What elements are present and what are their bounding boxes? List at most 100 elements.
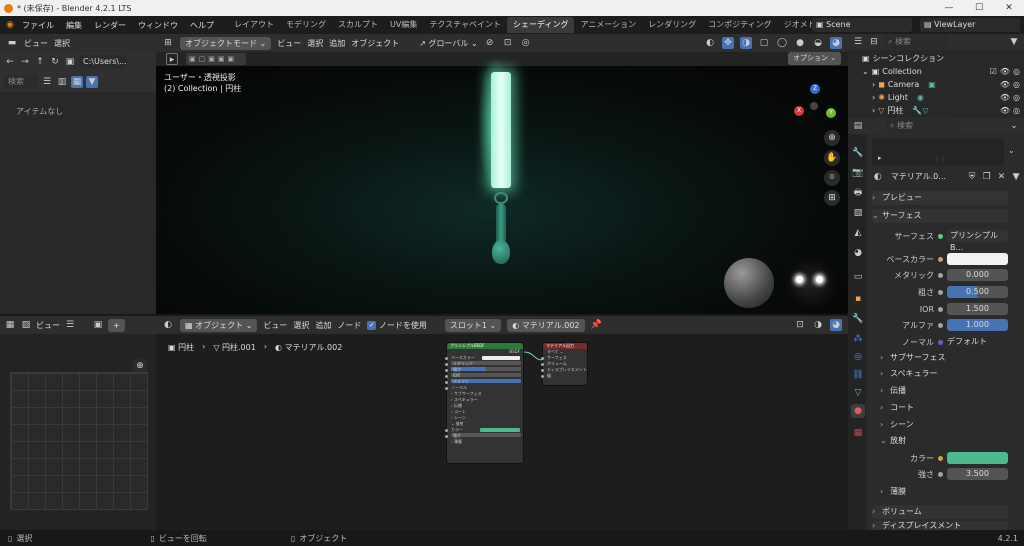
shading-material-icon[interactable]: ◒ xyxy=(812,37,824,49)
navigation-gizmo[interactable]: Z X Y xyxy=(792,84,836,128)
material-slot-list[interactable]: ▸ ⋮⋮ xyxy=(872,138,1004,166)
display-mode-icon[interactable]: ⊟ xyxy=(868,36,880,48)
snap-icon[interactable]: ⊡ xyxy=(502,37,514,49)
node-menu-node[interactable]: ノード xyxy=(337,320,361,331)
node-overlay-toggle-icon[interactable]: ◕ xyxy=(830,319,842,331)
section-thin-film[interactable]: › 薄膜 xyxy=(880,485,1016,499)
pin-icon[interactable]: 📌 xyxy=(591,319,603,331)
duplicate-icon[interactable]: ❐ xyxy=(981,171,993,183)
file-browser-menu-view[interactable]: ビュー xyxy=(24,38,48,49)
tab-modeling[interactable]: モデリング xyxy=(280,17,332,33)
image-mode-icon[interactable]: ▨ xyxy=(20,319,32,331)
snap-icon[interactable]: ⊡ xyxy=(794,319,806,331)
pan-hand-icon[interactable]: ✋ xyxy=(824,150,840,166)
eye-icon[interactable]: 👁 xyxy=(1000,91,1010,104)
section-coat[interactable]: › コート xyxy=(880,401,1016,415)
node-menu-select[interactable]: 選択 xyxy=(293,320,309,331)
world-tab-icon[interactable]: ◕ xyxy=(851,246,865,260)
camera-render-icon[interactable]: ◎ xyxy=(1013,91,1020,104)
material-slot-selector[interactable]: スロット1 ⌄ xyxy=(444,318,502,332)
emission-strength-field[interactable]: 3.500 xyxy=(947,468,1008,480)
gizmo-toggle-icon[interactable]: ✥ xyxy=(722,37,734,49)
gizmo-x-axis[interactable]: X xyxy=(794,106,804,116)
node-menu-add[interactable]: 追加 xyxy=(315,320,331,331)
zoom-icon[interactable]: ⊕ xyxy=(824,130,840,146)
view-layer-tab-icon[interactable]: ▧ xyxy=(851,206,865,220)
image-grid[interactable] xyxy=(10,372,148,510)
breadcrumb-material[interactable]: ◐ マテリアル.002 xyxy=(275,342,342,353)
object-tab-icon[interactable]: ▪ xyxy=(851,292,865,306)
shader-type-selector[interactable]: ▦ オブジェクト ⌄ xyxy=(180,318,258,332)
folder-icon[interactable]: ▬ xyxy=(6,37,18,49)
editor-type-icon[interactable]: ▤ xyxy=(852,120,864,132)
expand-arrow-icon[interactable]: › xyxy=(872,104,875,117)
material-tab-icon[interactable]: ● xyxy=(851,404,865,418)
new-folder-icon[interactable]: ▣ xyxy=(64,56,76,68)
section-specular[interactable]: › スペキュラー xyxy=(880,367,1016,381)
tab-texture-paint[interactable]: テクスチャペイント xyxy=(423,17,507,33)
emission-color-swatch[interactable] xyxy=(947,452,1008,464)
image-browse-icon[interactable]: ▣ xyxy=(92,319,104,331)
section-subsurface[interactable]: › サブサーフェス xyxy=(880,351,1016,365)
menu-icon[interactable]: ☰ xyxy=(64,319,76,331)
tab-rendering[interactable]: レンダリング xyxy=(642,17,702,33)
expand-arrow-icon[interactable]: › xyxy=(872,91,875,104)
image-editor-menu-view[interactable]: ビュー xyxy=(36,320,60,331)
thumbnails-icon[interactable]: ▦ xyxy=(71,76,83,88)
editor-type-icon[interactable]: ▦ xyxy=(4,319,16,331)
hilt-guard[interactable] xyxy=(494,192,508,204)
material-selector[interactable]: ◐ マテリアル.002 xyxy=(507,318,585,332)
output-row-thickness[interactable]: 幅 xyxy=(541,373,587,379)
normal-value[interactable]: デフォルト xyxy=(947,336,1008,348)
list-vertical-icon[interactable]: ☰ xyxy=(41,76,53,88)
new-image-button[interactable]: + xyxy=(108,318,125,332)
back-arrow-icon[interactable]: ← xyxy=(4,56,16,68)
viewport-options-button[interactable]: オプション ⌄ xyxy=(788,52,842,65)
hilt-grip[interactable] xyxy=(496,204,506,244)
refresh-icon[interactable]: ↻ xyxy=(49,56,61,68)
texture-tab-icon[interactable]: ▦ xyxy=(851,426,865,440)
metallic-field[interactable]: 0.000 xyxy=(947,269,1008,281)
material-output-node[interactable]: マテリアル出力 すべて ⌄ サーフェス ボリューム ディスプレイスメント 幅 xyxy=(541,342,588,386)
glowing-blade[interactable] xyxy=(491,72,511,188)
breadcrumb-object[interactable]: ▣ 円柱 xyxy=(168,342,194,353)
eye-icon[interactable]: 👁 xyxy=(1000,78,1010,91)
camera-render-icon[interactable]: ◎ xyxy=(1013,104,1020,117)
particles-tab-icon[interactable]: ⁂ xyxy=(851,332,865,346)
physics-tab-icon[interactable]: ◎ xyxy=(851,350,865,364)
overlay-icon[interactable]: ◑ xyxy=(812,319,824,331)
select-mode-buttons[interactable]: ▣▢▣▣▣ xyxy=(186,53,246,65)
parent-folder-icon[interactable]: ↑ xyxy=(34,56,46,68)
close-button[interactable]: ✕ xyxy=(994,0,1024,16)
section-surface[interactable]: ⌄ サーフェス xyxy=(872,209,1008,223)
outliner-item-cylinder[interactable]: › ▽ 円柱 🔧▽ 👁 ◎ xyxy=(872,104,1020,117)
scene-selector[interactable]: ▣ Scene xyxy=(812,18,912,32)
unlink-icon[interactable]: ✕ xyxy=(996,171,1008,183)
camera-render-icon[interactable]: ◎ xyxy=(1013,78,1020,91)
forward-arrow-icon[interactable]: → xyxy=(19,56,31,68)
blender-menu-icon[interactable]: ◉ xyxy=(4,19,16,31)
menu-edit[interactable]: 編集 xyxy=(60,20,88,31)
list-horizontal-icon[interactable]: ▥ xyxy=(56,76,68,88)
file-search-input[interactable]: 検索 xyxy=(4,75,38,89)
modifier-tab-icon[interactable]: 🔧 xyxy=(851,312,865,326)
filter-icon[interactable]: ▼ xyxy=(1008,36,1020,48)
menu-window[interactable]: ウィンドウ xyxy=(132,20,184,31)
roughness-field[interactable]: 0.500 xyxy=(947,286,1008,298)
filter-icon[interactable]: ▼ xyxy=(86,76,98,88)
menu-render[interactable]: レンダー xyxy=(88,20,132,31)
shading-solid-icon[interactable]: ● xyxy=(794,37,806,49)
section-emission[interactable]: ⌄ 放射 xyxy=(880,434,1016,448)
tab-uv-editing[interactable]: UV編集 xyxy=(384,17,423,33)
section-volume[interactable]: › ボリューム xyxy=(872,505,1008,519)
fake-user-shield-icon[interactable]: ⛨ xyxy=(966,171,978,183)
constraints-tab-icon[interactable]: ⛓ xyxy=(851,368,865,382)
bsdf-row-thin-film[interactable]: › 薄膜 xyxy=(447,439,523,445)
file-browser-menu-select[interactable]: 選択 xyxy=(54,38,70,49)
maximize-button[interactable]: ☐ xyxy=(964,0,994,16)
xray-icon[interactable]: ▢ xyxy=(758,37,770,49)
overlay-toggle-icon[interactable]: ◑ xyxy=(740,37,752,49)
file-path-field[interactable]: C:\Users\... xyxy=(79,55,127,69)
minimize-button[interactable]: — xyxy=(934,0,964,16)
tab-sculpt[interactable]: スカルプト xyxy=(332,17,384,33)
